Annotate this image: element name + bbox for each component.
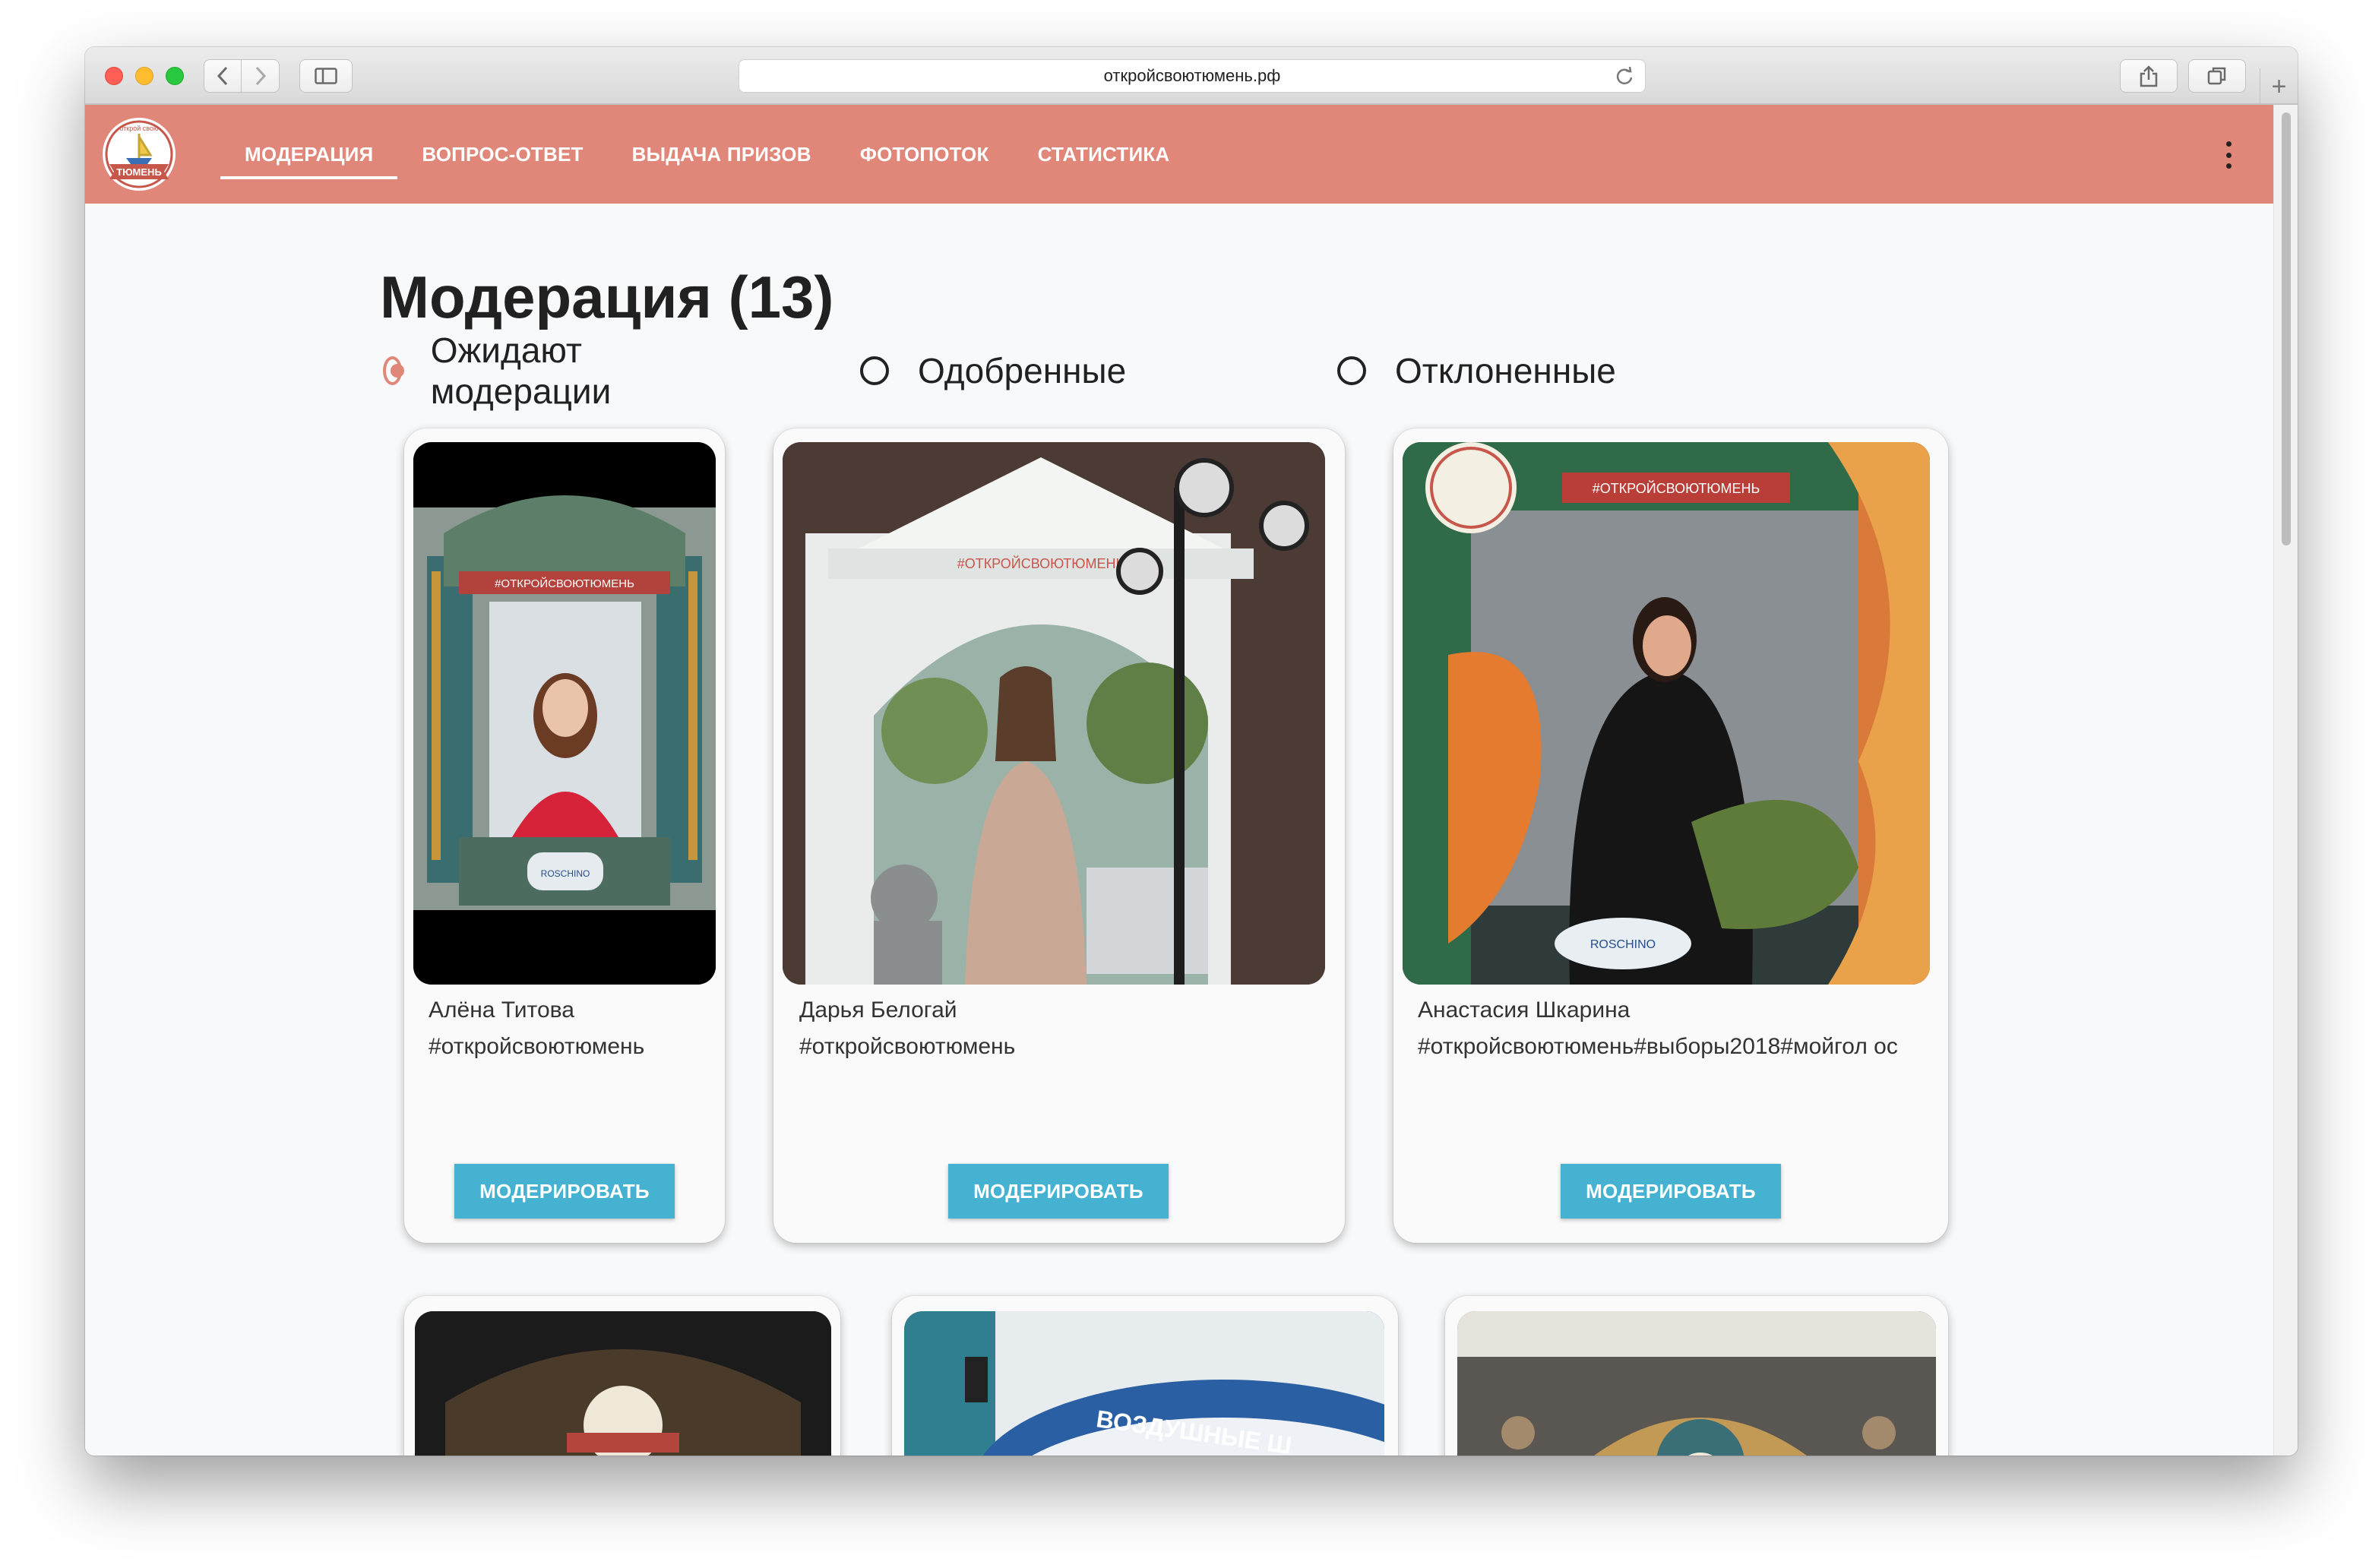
moderation-card: #ОТКРОЙСВОЮТЮМЕНЬ ROSCHINO Алёна Титова … [404, 428, 725, 1243]
moderation-card: ВОЗДУШНЫЕ Ш [892, 1296, 1398, 1456]
page-title: Модерация (13) [380, 264, 834, 330]
author-name: Алёна Титова [429, 997, 574, 1023]
logo-icon[interactable]: ТЮМЕНЬ открой свою [99, 114, 179, 194]
menu-item-photostream[interactable]: ФОТОПОТОК [836, 105, 1014, 204]
tabs-icon [2207, 67, 2226, 85]
author-name: Анастасия Шкарина [1418, 997, 1631, 1023]
sponsor-text: ROSCHINO [541, 868, 590, 879]
moderate-button[interactable]: МОДЕРИРОВАТЬ [1561, 1164, 1781, 1219]
minimize-window-button[interactable] [135, 67, 153, 85]
reload-icon[interactable] [1615, 66, 1634, 86]
menu-item-moderation[interactable]: МОДЕРАЦИЯ [220, 105, 398, 204]
logo-banner-text: ТЮМЕНЬ [116, 166, 162, 178]
menu-item-prizes[interactable]: ВЫДАЧА ПРИЗОВ [608, 105, 836, 204]
moderation-card [404, 1296, 840, 1456]
menu-item-faq[interactable]: ВОПРОС-ОТВЕТ [397, 105, 607, 204]
moderation-card: #ОТКРОЙСВОЮТЮМЕНЬ Дарья Белогай #откройс… [773, 428, 1345, 1243]
filter-label: Одобренные [918, 351, 1127, 390]
address-bar[interactable]: откройсвоютюмень.рф [739, 59, 1646, 93]
app-header: ТЮМЕНЬ открой свою МОДЕРАЦИЯ ВОПРОС-ОТВЕ… [85, 105, 2273, 204]
menu-item-label: ВОПРОС-ОТВЕТ [422, 142, 584, 166]
submission-photo[interactable]: ВОЗДУШНЫЕ Ш [904, 1311, 1384, 1456]
url-text: откройсвоютюмень.рф [1103, 66, 1281, 85]
menu-item-label: СТАТИСТИКА [1037, 142, 1170, 166]
filter-approved-radio[interactable]: Одобренные [860, 348, 1126, 394]
plus-icon: + [2271, 71, 2287, 101]
menu-item-label: ВЫДАЧА ПРИЗОВ [631, 142, 811, 166]
menu-item-label: МОДЕРАЦИЯ [245, 142, 374, 166]
moderation-card [1445, 1296, 1948, 1456]
submission-photo[interactable]: #ОТКРОЙСВОЮТЮМЕНЬ ROSCHINO [1403, 442, 1930, 985]
filter-pending-radio[interactable]: Ожидают модерации [383, 330, 622, 411]
share-icon [2140, 65, 2158, 87]
history-nav [204, 59, 280, 93]
menu-item-label: ФОТОПОТОК [859, 142, 989, 166]
moderation-card: #ОТКРОЙСВОЮТЮМЕНЬ ROSCHINO Анастасия Шка… [1393, 428, 1948, 1243]
hashtags: #откройсвоютюмень [799, 1034, 1016, 1059]
menu-item-statistics[interactable]: СТАТИСТИКА [1014, 105, 1194, 204]
browser-window: откройсвоютюмень.рф + ТЮМЕНЬ открой свою… [85, 47, 2298, 1456]
sponsor-text: ROSCHINO [1590, 938, 1656, 951]
filter-rejected-radio[interactable]: Отклоненные [1337, 348, 1616, 394]
hashtags: #откройсвоютюмень#выборы2018#мойгол ос [1418, 1034, 1898, 1059]
sidebar-toggle-button[interactable] [299, 59, 353, 93]
show-tabs-button[interactable] [2188, 59, 2246, 93]
submission-photo[interactable]: #ОТКРОЙСВОЮТЮМЕНЬ ROSCHINO [413, 442, 716, 985]
browser-toolbar: откройсвоютюмень.рф + [85, 47, 2298, 105]
moderate-button[interactable]: МОДЕРИРОВАТЬ [948, 1164, 1169, 1219]
submission-photo[interactable] [1457, 1311, 1936, 1456]
moderate-button[interactable]: МОДЕРИРОВАТЬ [454, 1164, 675, 1219]
submission-photo[interactable] [415, 1311, 831, 1456]
close-window-button[interactable] [105, 67, 123, 85]
main-content: Модерация (13) Ожидают модерации Одобрен… [85, 204, 2273, 1456]
chevron-right-icon [255, 66, 266, 86]
zoom-window-button[interactable] [166, 67, 184, 85]
radio-unchecked-icon [1337, 356, 1366, 385]
main-menu: МОДЕРАЦИЯ ВОПРОС-ОТВЕТ ВЫДАЧА ПРИЗОВ ФОТ… [220, 105, 1194, 204]
more-vert-icon[interactable] [2223, 141, 2234, 169]
frame-hashtag-text: #ОТКРОЙСВОЮТЮМЕНЬ [1593, 480, 1760, 496]
scrollbar-thumb[interactable] [2282, 112, 2291, 545]
share-button[interactable] [2120, 59, 2178, 93]
scrollbar[interactable] [2273, 105, 2298, 1456]
forward-button[interactable] [242, 60, 279, 92]
back-button[interactable] [204, 60, 242, 92]
frame-hashtag-text: #ОТКРОЙСВОЮТЮМЕНЬ [495, 577, 634, 590]
logo-top-text: открой свою [119, 125, 159, 132]
sidebar-icon [315, 68, 337, 84]
radio-checked-icon [383, 356, 404, 385]
filter-label: Отклоненные [1395, 351, 1616, 390]
frame-hashtag-text: #ОТКРОЙСВОЮТЮМЕНЬ [957, 555, 1125, 571]
filter-label: Ожидают модерации [430, 330, 612, 411]
hashtags: #откройсвоютюмень [429, 1034, 645, 1059]
author-name: Дарья Белогай [799, 997, 957, 1023]
new-tab-button[interactable]: + [2260, 68, 2298, 105]
chevron-left-icon [217, 66, 228, 86]
radio-unchecked-icon [860, 356, 889, 385]
submission-photo[interactable]: #ОТКРОЙСВОЮТЮМЕНЬ [783, 442, 1325, 985]
